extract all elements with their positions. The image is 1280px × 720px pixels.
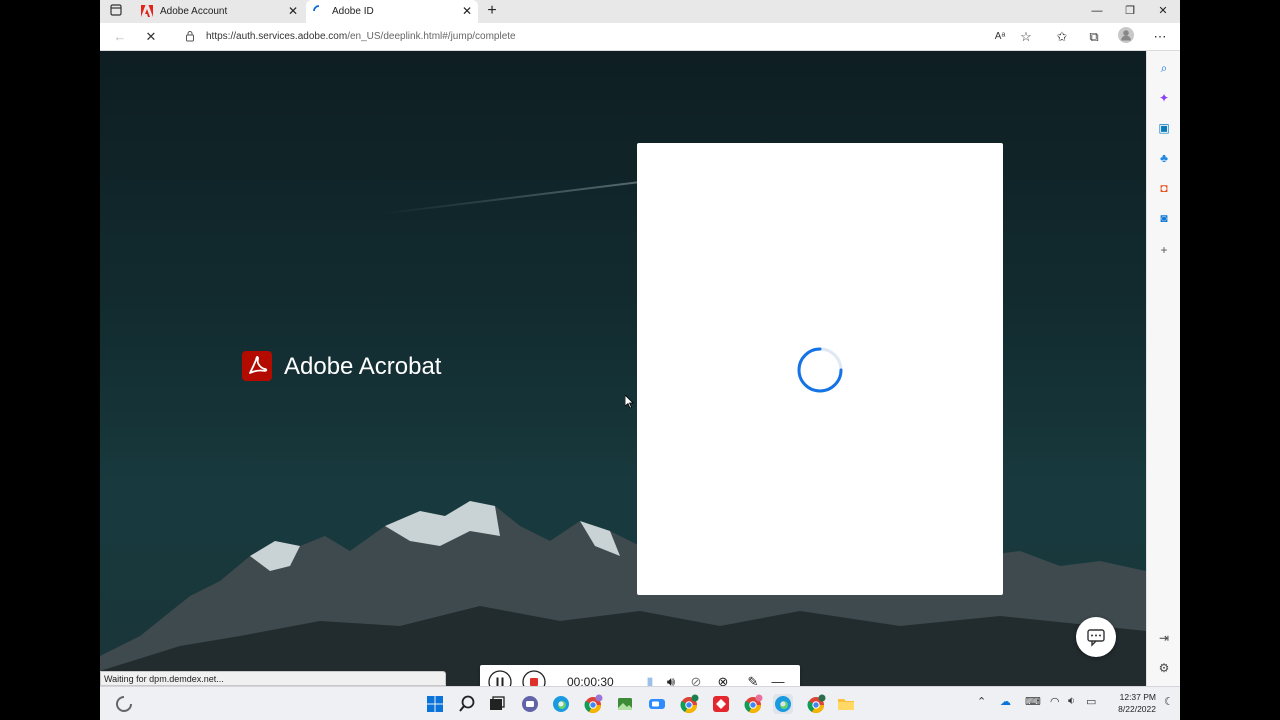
maximize-icon[interactable]: ❐ bbox=[1113, 0, 1147, 23]
tab-adobe-account[interactable]: Adobe Account ✕ bbox=[134, 0, 304, 23]
games-icon[interactable]: ♣ bbox=[1155, 149, 1173, 167]
url-path: /en_US/deeplink.html#/jump/complete bbox=[347, 31, 516, 42]
acrobat-logo-icon bbox=[242, 351, 272, 381]
edge-icon[interactable] bbox=[551, 694, 571, 714]
browser-window: Adobe Account ✕ Adobe ID ✕ + — ❐ ✕ ← ✕ h… bbox=[100, 0, 1180, 720]
feedback-chat-button[interactable] bbox=[1076, 617, 1116, 657]
collections-icon[interactable]: ⧉ bbox=[1084, 27, 1104, 47]
clock-date: 8/22/2022 bbox=[1118, 704, 1156, 714]
tab-close-icon[interactable]: ✕ bbox=[288, 0, 298, 23]
page-content: Adobe Acrobat Waiting for dpm.demdex.net… bbox=[100, 51, 1146, 686]
tab-adobe-id[interactable]: Adobe ID ✕ bbox=[306, 0, 478, 23]
minimize-recorder-icon[interactable]: — bbox=[768, 672, 788, 686]
keyboard-icon[interactable]: ⌨ bbox=[1025, 695, 1041, 708]
sky-contrail bbox=[381, 181, 641, 215]
stop-loading-icon[interactable]: ✕ bbox=[141, 27, 161, 47]
stop-recording-button[interactable] bbox=[522, 670, 546, 686]
browser-toolbar: ← ✕ https://auth.services.adobe.com/en_U… bbox=[100, 23, 1180, 51]
url-text: https://auth.services.adobe.com/en_US/de… bbox=[206, 26, 516, 47]
clock-time: 12:37 PM bbox=[1119, 692, 1156, 702]
mic-off-icon[interactable]: ⊘ bbox=[686, 672, 706, 686]
chrome-profile-d-icon[interactable] bbox=[806, 694, 826, 714]
zoom-meeting-icon[interactable] bbox=[647, 694, 667, 714]
mouse-cursor-icon bbox=[625, 395, 634, 409]
discover-icon[interactable]: ✦ bbox=[1155, 89, 1173, 107]
chrome-profile-a-icon[interactable] bbox=[583, 694, 603, 714]
brand-name: Adobe Acrobat bbox=[284, 353, 442, 380]
tab-actions-icon[interactable] bbox=[108, 4, 124, 19]
windows-taskbar: ⌃ ☁ ⌨ ◠ 🔉︎ ▭ 12:37 PM 8/22/2022 ☾ bbox=[100, 686, 1180, 720]
volume-icon[interactable]: 🔉︎ bbox=[1068, 695, 1075, 708]
speaker-icon[interactable]: 🔊︎ bbox=[661, 672, 681, 686]
read-aloud-icon[interactable]: Aᵃ bbox=[990, 27, 1010, 47]
onedrive-icon[interactable]: ☁ bbox=[1000, 695, 1011, 708]
tab-label: Adobe Account bbox=[160, 6, 228, 17]
loading-spinner-icon bbox=[797, 347, 843, 393]
chrome-profile-b-icon[interactable] bbox=[679, 694, 699, 714]
task-view-icon[interactable] bbox=[487, 694, 507, 714]
add-sidebar-app-icon[interactable]: + bbox=[1155, 241, 1173, 259]
url-host: https://auth.services.adobe.com bbox=[206, 31, 348, 42]
favorites-icon[interactable]: ✩ bbox=[1052, 27, 1072, 47]
teams-chat-icon[interactable] bbox=[520, 694, 540, 714]
show-hidden-icons-icon[interactable]: ⌃ bbox=[977, 695, 986, 708]
photos-app-icon[interactable] bbox=[615, 694, 635, 714]
loading-status-bar: Waiting for dpm.demdex.net... bbox=[100, 671, 446, 686]
adobe-favicon-icon bbox=[141, 5, 153, 17]
close-window-icon[interactable]: ✕ bbox=[1146, 0, 1180, 23]
edge-active-icon[interactable] bbox=[773, 694, 793, 714]
search-icon[interactable] bbox=[457, 694, 477, 714]
pause-button[interactable] bbox=[488, 670, 512, 686]
search-icon[interactable]: ⌕ bbox=[1155, 59, 1173, 77]
chat-icon bbox=[1087, 629, 1105, 647]
start-icon[interactable] bbox=[425, 694, 445, 714]
address-bar[interactable]: https://auth.services.adobe.com/en_US/de… bbox=[178, 26, 1044, 47]
recording-timer: 00:00:30 bbox=[567, 675, 614, 686]
lock-icon bbox=[186, 31, 194, 42]
hide-sidebar-icon[interactable]: ⇥ bbox=[1155, 629, 1173, 647]
loading-favicon-icon bbox=[313, 5, 320, 12]
new-tab-button[interactable]: + bbox=[482, 0, 502, 23]
minimize-icon[interactable]: — bbox=[1080, 0, 1114, 23]
profile-icon[interactable] bbox=[1116, 27, 1136, 47]
battery-icon[interactable]: ▭ bbox=[1086, 695, 1096, 708]
more-menu-icon[interactable]: ⋯ bbox=[1150, 27, 1170, 47]
outlook-icon[interactable]: ◙ bbox=[1155, 209, 1173, 227]
tools-icon[interactable]: ▣ bbox=[1155, 119, 1173, 137]
tab-close-icon[interactable]: ✕ bbox=[462, 0, 472, 23]
sidebar-settings-icon[interactable]: ⚙ bbox=[1155, 659, 1173, 677]
office-icon[interactable]: ◘ bbox=[1155, 179, 1173, 197]
focus-assist-icon[interactable]: ☾ bbox=[1164, 695, 1174, 708]
screen-recorder-bar: 00:00:30 ▮ 🔊︎ ⊘ ⊗ ✎ — bbox=[480, 665, 800, 686]
add-favorite-icon[interactable]: ☆ bbox=[1016, 27, 1036, 47]
chrome-profile-c-icon[interactable] bbox=[743, 694, 763, 714]
sign-in-dialog bbox=[637, 143, 1003, 595]
tab-strip: Adobe Account ✕ Adobe ID ✕ + — ❐ ✕ bbox=[100, 0, 1180, 24]
system-clock[interactable]: 12:37 PM 8/22/2022 bbox=[1104, 691, 1156, 715]
pen-annotate-icon[interactable]: ✎ bbox=[743, 672, 763, 686]
widgets-loading-icon[interactable] bbox=[114, 694, 134, 714]
tab-label: Adobe ID bbox=[332, 6, 374, 17]
file-explorer-icon[interactable] bbox=[836, 694, 856, 714]
back-icon[interactable]: ← bbox=[110, 27, 130, 47]
anydesk-icon[interactable] bbox=[711, 694, 731, 714]
wifi-icon[interactable]: ◠ bbox=[1050, 695, 1060, 708]
webcam-off-icon[interactable]: ⊗ bbox=[713, 672, 733, 686]
edge-sidebar: ⌕ ✦ ▣ ♣ ◘ ◙ + ⇥ ⚙ bbox=[1146, 51, 1180, 686]
level-meter-icon: ▮ bbox=[646, 674, 654, 686]
